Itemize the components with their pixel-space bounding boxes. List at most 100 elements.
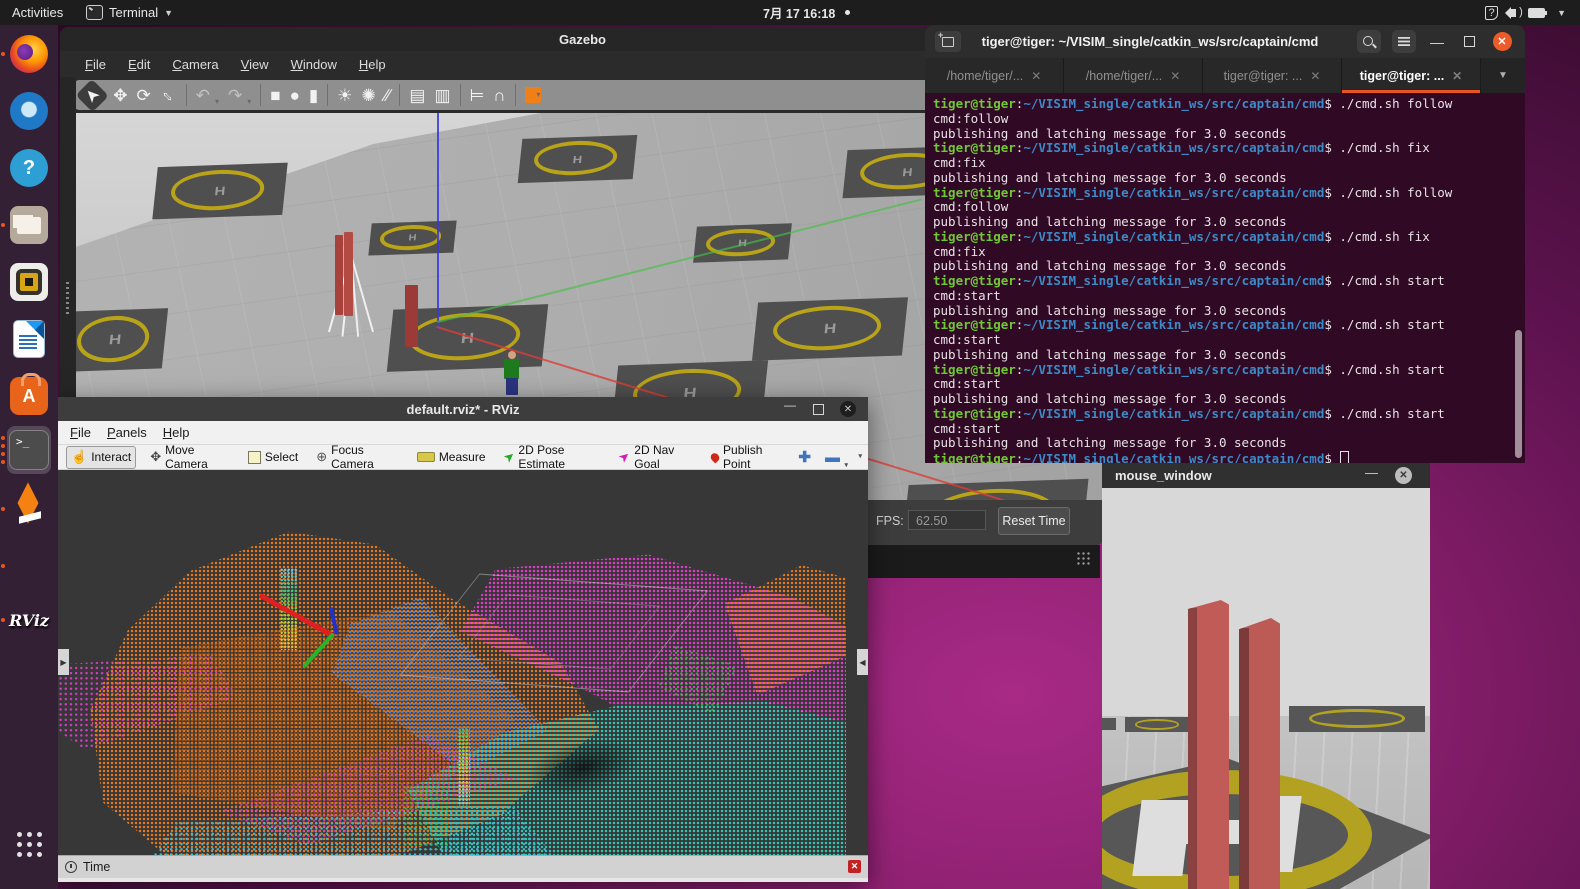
dock-item-thunderbird[interactable] xyxy=(7,87,51,135)
gazebo-menu-edit[interactable]: Edit xyxy=(119,55,159,74)
scale-icon[interactable]: ⇔ xyxy=(156,83,180,107)
tab-close-icon[interactable]: ✕ xyxy=(1031,69,1041,83)
dock-item-unknown[interactable] xyxy=(7,542,51,590)
gazebo-menu-help[interactable]: Help xyxy=(350,55,395,74)
rviz-window-title: default.rviz* - RViz xyxy=(407,402,520,417)
rviz-tool-2d-nav-goal[interactable]: ➤2D Nav Goal xyxy=(615,447,697,468)
box-icon[interactable]: ■ xyxy=(270,87,280,104)
dock-item-rviz[interactable]: RViz xyxy=(7,596,51,644)
toolbar-separator xyxy=(186,84,187,106)
dock-item-firefox[interactable] xyxy=(7,30,51,78)
panel-expand-left-icon[interactable]: ▶ xyxy=(58,649,69,675)
snap-icon[interactable]: ∩ xyxy=(493,87,505,104)
rviz-menu-help[interactable]: Help xyxy=(155,424,198,441)
dock-item-terminal[interactable]: >_ xyxy=(7,426,51,474)
help-icon: ? xyxy=(10,149,48,187)
show-applications-button[interactable] xyxy=(7,820,51,868)
rviz-tool-move-camera[interactable]: ✥Move Camera xyxy=(146,447,234,468)
sphere-icon[interactable]: ● xyxy=(290,87,300,104)
terminal-tab-4[interactable]: tiger@tiger: ...✕ xyxy=(1342,58,1481,93)
gazebo-menu-camera[interactable]: Camera xyxy=(163,55,227,74)
clock[interactable]: 7月 17 16:18 xyxy=(763,0,850,25)
rviz-tool-interact[interactable]: ☝Interact xyxy=(66,446,136,469)
hand-icon: ☝ xyxy=(71,449,87,465)
building-editor-icon[interactable]: ▾ xyxy=(525,87,541,103)
minus-button[interactable]: ▬▾ xyxy=(825,449,840,466)
app-menu[interactable]: Terminal ▼ xyxy=(86,0,173,25)
gazebo-menu-file[interactable]: File xyxy=(76,55,115,74)
rviz-tool-focus-camera[interactable]: ⊕Focus Camera xyxy=(312,447,403,468)
align-icon[interactable]: ⊨ xyxy=(470,87,485,104)
close-button[interactable]: ✕ xyxy=(1395,467,1412,484)
undo-icon[interactable]: ↶ xyxy=(196,87,210,104)
translate-icon[interactable]: ✥ xyxy=(113,87,127,104)
tab-list-dropdown-icon[interactable]: ▼ xyxy=(1481,58,1525,93)
rotate-icon[interactable]: ⟳ xyxy=(137,87,151,104)
time-panel-close-icon[interactable]: ✕ xyxy=(848,860,861,873)
search-icon[interactable] xyxy=(1357,30,1381,53)
dock-item-libreoffice[interactable] xyxy=(7,315,51,363)
point-light-icon[interactable]: ☀ xyxy=(337,87,352,104)
rviz-tool-publish-point[interactable]: Publish Point xyxy=(707,447,788,468)
resize-grip-icon[interactable] xyxy=(1076,551,1090,565)
undo-dropdown-icon[interactable]: ▾ xyxy=(215,97,219,110)
select-arrow-icon[interactable]: ➤ xyxy=(75,78,108,111)
running-indicator-dots xyxy=(1,618,5,622)
hamburger-menu-icon[interactable] xyxy=(1392,30,1416,53)
spot-light-icon[interactable]: ✺ xyxy=(361,87,375,104)
minimize-button[interactable]: — xyxy=(1425,25,1449,58)
scrollbar-thumb[interactable] xyxy=(1515,330,1522,458)
helipad: H xyxy=(62,308,168,372)
rviz-tool-select[interactable]: Select xyxy=(244,447,302,468)
close-button[interactable]: ✕ xyxy=(1487,25,1517,58)
reset-time-button[interactable]: Reset Time xyxy=(998,507,1070,535)
terminal-tab-1[interactable]: /home/tiger/...✕ xyxy=(925,58,1064,93)
time-panel-header[interactable]: Time ✕ xyxy=(58,855,868,878)
redo-dropdown-icon[interactable]: ▾ xyxy=(247,97,251,110)
paste-icon[interactable]: ▥ xyxy=(434,87,450,104)
dock-item-help[interactable]: ? xyxy=(7,144,51,192)
terminal-tab-2[interactable]: /home/tiger/...✕ xyxy=(1064,58,1203,93)
fps-value-field[interactable]: 62.50 xyxy=(908,510,986,530)
panel-expand-right-icon[interactable]: ◀ xyxy=(857,649,868,675)
dock-item-rhythmbox[interactable] xyxy=(7,258,51,306)
rviz-menu-panels[interactable]: Panels xyxy=(99,424,155,441)
tab-close-icon[interactable]: ✕ xyxy=(1310,69,1320,83)
terminal-cursor xyxy=(1340,451,1349,463)
rviz-tool-measure[interactable]: Measure xyxy=(413,447,490,468)
plus-button[interactable]: ✚ xyxy=(798,448,811,466)
gazebo-menu-view[interactable]: View xyxy=(232,55,278,74)
rviz-3d-viewport[interactable]: ▶ ◀ xyxy=(58,470,868,855)
rviz-bottom-strip xyxy=(58,878,868,882)
dock-item-files[interactable] xyxy=(7,201,51,249)
terminal-header[interactable]: tiger@tiger: ~/VISIM_single/catkin_ws/sr… xyxy=(925,25,1525,58)
copy-icon[interactable]: ▤ xyxy=(409,87,425,104)
terminal-line: publishing and latching message for 3.0 … xyxy=(933,215,1525,230)
mouse-window-titlebar[interactable]: mouse_window — ✕ xyxy=(1102,463,1430,488)
terminal-line: tiger@tiger:~/VISIM_single/catkin_ws/src… xyxy=(933,141,1525,156)
dock-item-gazebo[interactable] xyxy=(7,485,51,533)
new-tab-button[interactable] xyxy=(935,31,961,52)
terminal-tab-3[interactable]: tiger@tiger: ...✕ xyxy=(1203,58,1342,93)
maximize-button[interactable] xyxy=(1457,25,1481,58)
terminal-line: publishing and latching message for 3.0 … xyxy=(933,392,1525,407)
top-bar: Activities Terminal ▼ 7月 17 16:18 ? ▼ xyxy=(0,0,1580,25)
mouse-window-3d-view[interactable] xyxy=(1102,488,1430,889)
close-button[interactable]: ✕ xyxy=(840,401,856,417)
gazebo-menu-window[interactable]: Window xyxy=(282,55,346,74)
maximize-button[interactable] xyxy=(813,404,824,415)
minimize-button[interactable]: — xyxy=(784,398,796,412)
redo-icon[interactable]: ↷ xyxy=(228,87,242,104)
directional-light-icon[interactable]: ∕∕ xyxy=(385,87,391,104)
rviz-titlebar[interactable]: default.rviz* - RViz — ✕ xyxy=(58,397,868,421)
dock-item-software[interactable]: A xyxy=(7,372,51,420)
terminal-output[interactable]: tiger@tiger:~/VISIM_single/catkin_ws/src… xyxy=(925,93,1525,463)
activities-button[interactable]: Activities xyxy=(12,0,63,25)
tab-close-icon[interactable]: ✕ xyxy=(1170,69,1180,83)
rviz-tool-2d-pose-estimate[interactable]: ➤2D Pose Estimate xyxy=(500,447,606,468)
system-tray[interactable]: ? ▼ xyxy=(1485,0,1566,25)
minimize-button[interactable]: — xyxy=(1365,465,1378,480)
rviz-menu-file[interactable]: File xyxy=(62,424,99,441)
tab-close-icon[interactable]: ✕ xyxy=(1452,69,1462,83)
cylinder-icon[interactable]: ▮ xyxy=(309,87,318,104)
